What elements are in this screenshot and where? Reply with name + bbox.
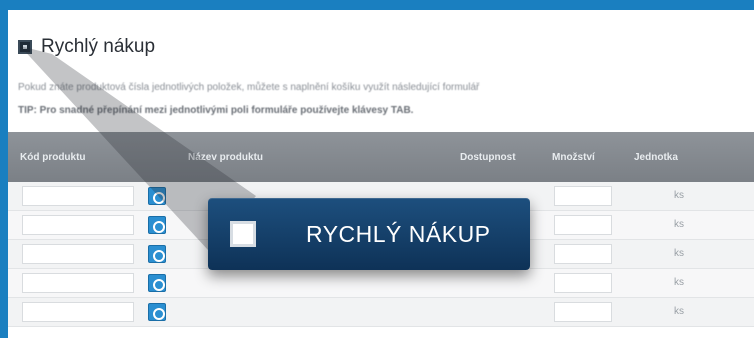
quick-order-button-label: RYCHLÝ NÁKUP xyxy=(306,220,491,247)
column-header-code: Kód produktu xyxy=(20,152,86,163)
section-description: Pokud znáte produktová čísla jednotlivýc… xyxy=(18,82,480,93)
square-bullet-icon xyxy=(18,40,32,54)
unit-label: ks xyxy=(674,306,684,317)
quantity-input[interactable] xyxy=(554,215,612,235)
column-header-unit: Jednotka xyxy=(634,152,678,163)
section-heading: Rychlý nákup xyxy=(18,36,155,58)
product-code-input[interactable] xyxy=(22,273,134,293)
search-icon[interactable] xyxy=(148,274,166,292)
column-header-name: Název produktu xyxy=(188,152,264,163)
unit-label: ks xyxy=(674,219,684,230)
quick-order-button[interactable]: RYCHLÝ NÁKUP xyxy=(208,198,530,270)
quantity-input[interactable] xyxy=(554,244,612,264)
table-row: ks xyxy=(8,269,754,298)
search-icon[interactable] xyxy=(148,303,166,321)
quantity-input[interactable] xyxy=(554,273,612,293)
unit-label: ks xyxy=(674,277,684,288)
search-icon[interactable] xyxy=(148,245,166,263)
product-code-input[interactable] xyxy=(22,302,134,322)
column-header-availability: Dostupnost xyxy=(460,152,516,163)
quick-order-panel: Rychlý nákup Pokud znáte produktová čísl… xyxy=(8,10,754,338)
search-icon[interactable] xyxy=(148,216,166,234)
table-row: ks xyxy=(8,298,754,327)
unit-label: ks xyxy=(674,248,684,259)
table-header: Kód produktu Název produktu Dostupnost M… xyxy=(8,132,754,182)
page-title: Rychlý nákup xyxy=(41,36,156,57)
quantity-input[interactable] xyxy=(554,302,612,322)
product-code-input[interactable] xyxy=(22,215,134,235)
quantity-input[interactable] xyxy=(554,186,612,206)
product-code-input[interactable] xyxy=(22,186,134,206)
unit-label: ks xyxy=(674,190,684,201)
column-header-quantity: Množství xyxy=(552,152,595,163)
checkbox-square-icon xyxy=(230,221,256,247)
search-icon[interactable] xyxy=(148,187,166,205)
product-code-input[interactable] xyxy=(22,244,134,264)
tip-text: TIP: Pro snadné přepínání mezi jednotliv… xyxy=(18,105,414,116)
